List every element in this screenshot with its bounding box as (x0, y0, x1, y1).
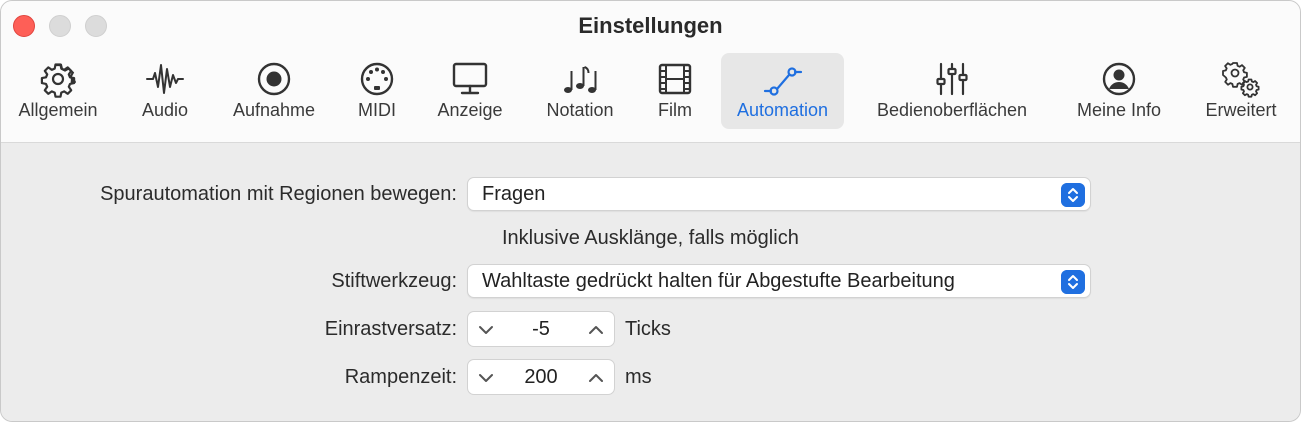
tab-meine-info[interactable]: Meine Info (1065, 53, 1173, 129)
automation-icon (763, 67, 802, 96)
pencil-tool-popup[interactable]: Wahltaste gedrückt halten für Abgestufte… (467, 264, 1091, 298)
tab-label: Anzeige (437, 100, 503, 120)
midi-port-icon (360, 62, 394, 96)
tab-film[interactable]: Film (647, 53, 703, 129)
person-icon (1102, 62, 1136, 96)
film-icon (658, 63, 692, 95)
tab-label: Erweitert (1205, 100, 1277, 120)
track-automation-popup[interactable]: Fragen (467, 177, 1091, 211)
tab-allgemein[interactable]: Allgemein (7, 53, 109, 129)
popup-value: Wahltaste gedrückt halten für Abgestufte… (482, 270, 955, 292)
sliders-icon (936, 62, 968, 96)
notes-icon (564, 66, 597, 93)
chevron-down-icon[interactable] (476, 320, 496, 340)
tab-label: Automation (736, 100, 829, 120)
popup-arrows-icon (1061, 270, 1085, 294)
automation-settings-pane: Spurautomation mit Regionen bewegen: Fra… (1, 143, 1300, 421)
waveform-icon (146, 64, 184, 94)
chevron-down-icon[interactable] (476, 368, 496, 388)
tab-aufnahme[interactable]: Aufnahme (223, 53, 325, 129)
tab-automation[interactable]: Automation (721, 53, 844, 129)
gear-icon (40, 63, 76, 98)
tab-midi[interactable]: MIDI (345, 53, 409, 129)
tab-label: Notation (546, 100, 614, 120)
tab-label: Meine Info (1076, 100, 1162, 120)
tab-audio[interactable]: Audio (127, 53, 203, 129)
tab-label: Allgemein (18, 100, 98, 120)
popup-value: Fragen (482, 183, 546, 205)
track-automation-label: Spurautomation mit Regionen bewegen: (100, 183, 457, 205)
preferences-window: Einstellungen Allgemein Audio Aufnahme M… (0, 0, 1301, 422)
chevron-up-icon[interactable] (586, 368, 606, 388)
tab-label: Aufnahme (232, 100, 316, 120)
pencil-tool-label: Stiftwerkzeug: (331, 270, 457, 292)
ramp-time-unit: ms (625, 366, 652, 388)
display-icon (452, 62, 488, 95)
stepper-value[interactable]: -5 (500, 318, 582, 341)
ramp-time-stepper[interactable]: 200 (467, 359, 615, 395)
snap-offset-label: Einrastversatz: (324, 318, 457, 340)
tab-label: MIDI (358, 100, 396, 120)
gears-icon (1222, 62, 1260, 98)
chevron-up-icon[interactable] (586, 320, 606, 340)
ramp-time-label: Rampenzeit: (344, 366, 457, 388)
stepper-value[interactable]: 200 (500, 366, 582, 389)
snap-offset-unit: Ticks (625, 318, 671, 340)
tab-anzeige[interactable]: Anzeige (429, 53, 511, 129)
tab-label: Film (658, 100, 692, 120)
tab-label: Audio (141, 100, 189, 120)
tab-bedienoberflaechen[interactable]: Bedienoberflächen (863, 53, 1041, 129)
tab-erweitert[interactable]: Erweitert (1195, 53, 1287, 129)
record-icon (257, 62, 291, 96)
popup-arrows-icon (1061, 183, 1085, 207)
window-title: Einstellungen (578, 13, 723, 38)
toolbar: Einstellungen Allgemein Audio Aufnahme M… (1, 1, 1300, 143)
snap-offset-stepper[interactable]: -5 (467, 311, 615, 347)
include-tails-label: Inklusive Ausklänge, falls möglich (502, 227, 799, 249)
tab-notation[interactable]: Notation (534, 53, 626, 129)
tab-label: Bedienoberflächen (876, 100, 1028, 120)
